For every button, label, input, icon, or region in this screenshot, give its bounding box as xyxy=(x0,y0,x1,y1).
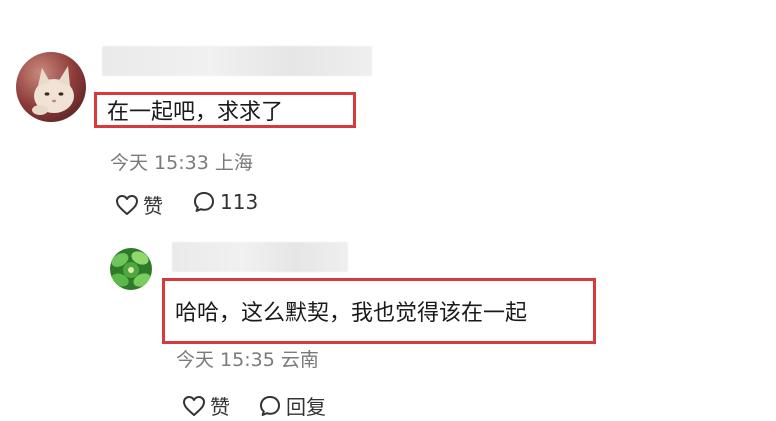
user-avatar[interactable] xyxy=(16,52,86,122)
user-avatar[interactable] xyxy=(110,248,152,290)
heart-outline-icon xyxy=(183,395,205,416)
reply-text: 哈哈，这么默契，我也觉得该在一起 xyxy=(175,301,528,326)
comment-text: 在一起吧，求求了 xyxy=(107,100,284,125)
speech-bubble-icon xyxy=(260,395,280,416)
cat-avatar-icon xyxy=(16,52,86,122)
like-label: 赞 xyxy=(143,194,163,218)
reply-text-highlight: 哈哈，这么默契，我也觉得该在一起 xyxy=(162,278,596,344)
speech-bubble-icon xyxy=(194,192,214,212)
comment-location: 上海 xyxy=(214,152,253,174)
like-button[interactable]: 赞 xyxy=(182,391,230,420)
reply-count-button[interactable]: 113 xyxy=(192,190,258,214)
reply-time: 今天 15:35 xyxy=(176,349,275,371)
reply-button[interactable]: 回复 xyxy=(258,391,326,420)
comment-text-highlight: 在一起吧，求求了 xyxy=(94,92,356,128)
reply-location: 云南 xyxy=(280,349,319,371)
comment-meta: 今天 15:33 上海 xyxy=(110,148,253,175)
like-label: 赞 xyxy=(210,395,230,419)
heart-outline-icon xyxy=(116,194,138,215)
like-button[interactable]: 赞 xyxy=(115,190,163,219)
username-blurred xyxy=(102,46,372,76)
reply-count: 113 xyxy=(220,190,259,214)
reply-label: 回复 xyxy=(286,395,326,419)
green-leaf-avatar-icon xyxy=(110,248,152,290)
comment-time: 今天 15:33 xyxy=(110,152,209,174)
reply-meta: 今天 15:35 云南 xyxy=(176,345,319,372)
username-blurred xyxy=(172,242,348,272)
